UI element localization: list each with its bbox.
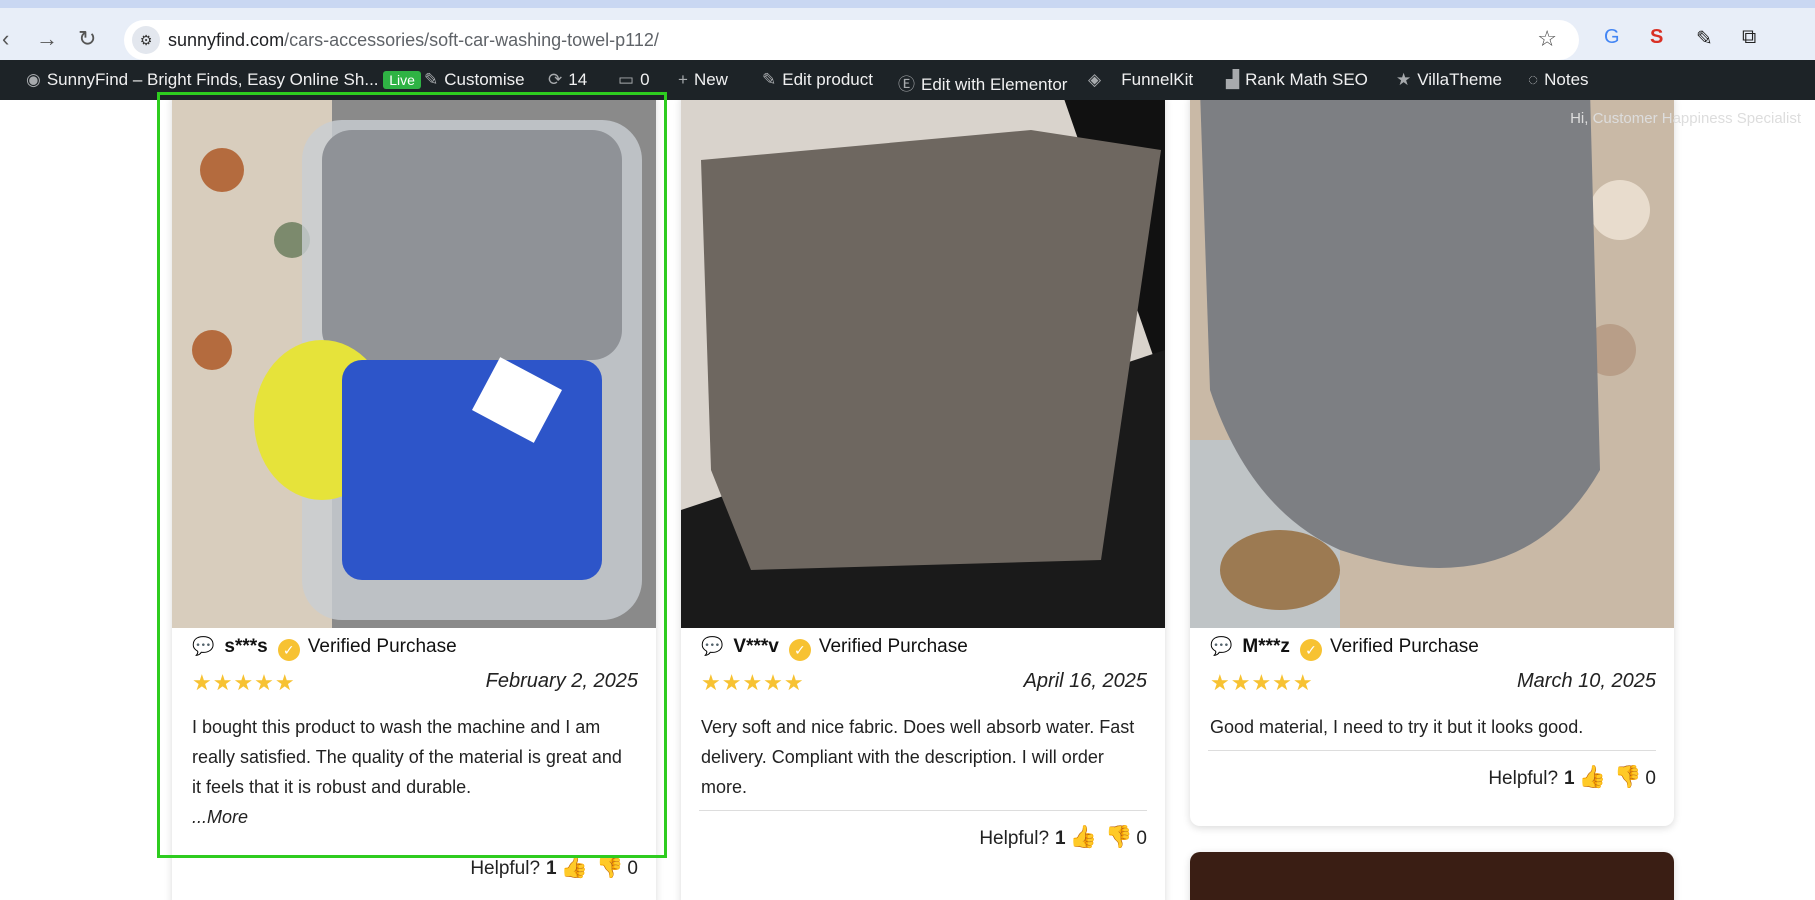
chat-icon: 💬 xyxy=(192,636,215,656)
reviewer-line: 💬 V***v ✓ Verified Purchase xyxy=(701,636,968,661)
helpful-up-count: 1 xyxy=(1564,768,1575,789)
reviewer-name: M***z xyxy=(1242,636,1290,657)
thumbs-up-icon[interactable]: 👍 xyxy=(1070,824,1097,849)
forward-icon[interactable]: → xyxy=(36,26,58,52)
review-text: I bought this product to wash the machin… xyxy=(192,717,622,827)
notes-link[interactable]: ◌ Notes xyxy=(1528,70,1589,90)
review-text: Very soft and nice fabric. Does well abs… xyxy=(701,717,1135,797)
back-icon[interactable]: ‹ xyxy=(2,26,9,52)
helpful-down-count: 0 xyxy=(1136,828,1147,849)
review-text: Good material, I need to try it but it l… xyxy=(1210,717,1584,737)
helpful-down-count: 0 xyxy=(1645,768,1656,789)
reviewer-line: 💬 M***z ✓ Verified Purchase xyxy=(1210,636,1479,661)
live-badge: Live xyxy=(383,71,421,89)
verified-check-icon: ✓ xyxy=(1299,639,1322,661)
helpful-up-count: 1 xyxy=(546,858,557,879)
review-photo[interactable] xyxy=(1190,100,1674,628)
review-photo[interactable] xyxy=(172,100,656,628)
rating-stars: ★★★★★ xyxy=(192,670,296,695)
browser-toolbar: ‹ → ↻ ⚙ sunnyfind.com/cars-accessories/s… xyxy=(0,0,1815,60)
reload-icon[interactable]: ↻ xyxy=(78,26,96,52)
funnelkit-link[interactable]: ◈ FunnelKit xyxy=(1088,70,1193,90)
rank-math-link[interactable]: ▟ Rank Math SEO xyxy=(1226,70,1368,90)
seo-extension-icon[interactable]: S xyxy=(1650,26,1663,49)
reviewer-name: V***v xyxy=(733,636,779,657)
dashboard-icon: ◉ xyxy=(26,70,41,89)
separator xyxy=(1208,750,1656,751)
plus-icon: + xyxy=(678,70,688,89)
comments-link[interactable]: ▭ 0 xyxy=(618,70,650,90)
helpful-up-count: 1 xyxy=(1055,828,1066,849)
elementor-icon: Ⓔ xyxy=(898,75,915,94)
extensions-icon[interactable]: ⧉ xyxy=(1742,26,1756,49)
new-content-link[interactable]: + New xyxy=(678,70,728,90)
comment-icon: ▭ xyxy=(618,70,635,89)
diamond-icon: ◈ xyxy=(1088,70,1102,89)
review-card-next xyxy=(1190,852,1674,900)
admin-greeting[interactable]: Hi, Customer Happiness Specialist xyxy=(1570,110,1801,127)
thumbs-down-icon[interactable]: 👎 xyxy=(1105,824,1132,849)
review-photo[interactable] xyxy=(681,100,1165,628)
review-date: April 16, 2025 xyxy=(1023,670,1147,692)
reviewer-name: s***s xyxy=(224,636,268,657)
customise-link[interactable]: ✎ Customise xyxy=(424,70,525,90)
url-text[interactable]: sunnyfind.com/cars-accessories/soft-car-… xyxy=(168,30,659,51)
bookmark-star-icon[interactable]: ☆ xyxy=(1537,26,1557,52)
helpful-row: Helpful? 1 👍 👎 0 xyxy=(979,824,1147,849)
reviewer-line: 💬 s***s ✓ Verified Purchase xyxy=(192,636,457,661)
rating-stars: ★★★★★ xyxy=(701,670,805,695)
review-date: March 10, 2025 xyxy=(1517,670,1656,692)
pencil-icon: ✎ xyxy=(762,70,777,89)
star-icon: ★ xyxy=(1396,70,1412,89)
edit-elementor-link[interactable]: Ⓔ Edit with Elementor xyxy=(898,70,1067,95)
separator xyxy=(699,810,1147,811)
more-link[interactable]: ...More xyxy=(192,807,248,827)
address-bar[interactable]: ⚙ sunnyfind.com/cars-accessories/soft-ca… xyxy=(124,20,1579,60)
rating-stars: ★★★★★ xyxy=(1210,670,1314,695)
site-info-icon[interactable]: ⚙ xyxy=(132,26,160,54)
reviews-section: 💬 s***s ✓ Verified Purchase ★★★★★ February … xyxy=(0,100,1815,900)
verified-check-icon: ✓ xyxy=(788,639,811,661)
wp-admin-bar: ◉ SunnyFind – Bright Finds, Easy Online S… xyxy=(0,60,1815,100)
edit-product-link[interactable]: ✎ Edit product xyxy=(762,70,873,90)
review-card: 💬 s***s ✓ Verified Purchase ★★★★★ February … xyxy=(172,100,656,900)
helpful-row: Helpful? 1 👍 👎 0 xyxy=(470,854,638,879)
helpful-down-count: 0 xyxy=(627,858,638,879)
review-date: February 2, 2025 xyxy=(485,670,638,692)
review-card: 💬 V***v ✓ Verified Purchase ★★★★★ April 16,… xyxy=(681,100,1165,900)
eyedropper-icon[interactable]: ✎ xyxy=(1696,26,1713,51)
updates-link[interactable]: ⟳ 14 xyxy=(548,70,587,90)
translate-icon[interactable]: G xyxy=(1604,26,1620,49)
chart-icon: ▟ xyxy=(1226,70,1240,89)
review-card: 💬 M***z ✓ Verified Purchase ★★★★★ March 10,… xyxy=(1190,100,1674,826)
thumbs-down-icon[interactable]: 👎 xyxy=(1614,764,1641,789)
notes-icon: ◌ xyxy=(1528,70,1539,89)
verified-label: Verified Purchase xyxy=(307,636,457,657)
thumbs-down-icon[interactable]: 👎 xyxy=(596,854,623,879)
verified-label: Verified Purchase xyxy=(1329,636,1479,657)
updates-icon: ⟳ xyxy=(548,70,563,89)
thumbs-up-icon[interactable]: 👍 xyxy=(561,854,588,879)
villatheme-link[interactable]: ★ VillaTheme xyxy=(1396,70,1502,90)
verified-check-icon: ✓ xyxy=(277,639,300,661)
admin-site-menu[interactable]: ◉ SunnyFind – Bright Finds, Easy Online S… xyxy=(26,70,421,90)
thumbs-up-icon[interactable]: 👍 xyxy=(1579,764,1606,789)
chat-icon: 💬 xyxy=(1210,636,1233,656)
verified-label: Verified Purchase xyxy=(818,636,968,657)
helpful-row: Helpful? 1 👍 👎 0 xyxy=(1488,764,1656,789)
brush-icon: ✎ xyxy=(424,70,439,89)
chat-icon: 💬 xyxy=(701,636,724,656)
